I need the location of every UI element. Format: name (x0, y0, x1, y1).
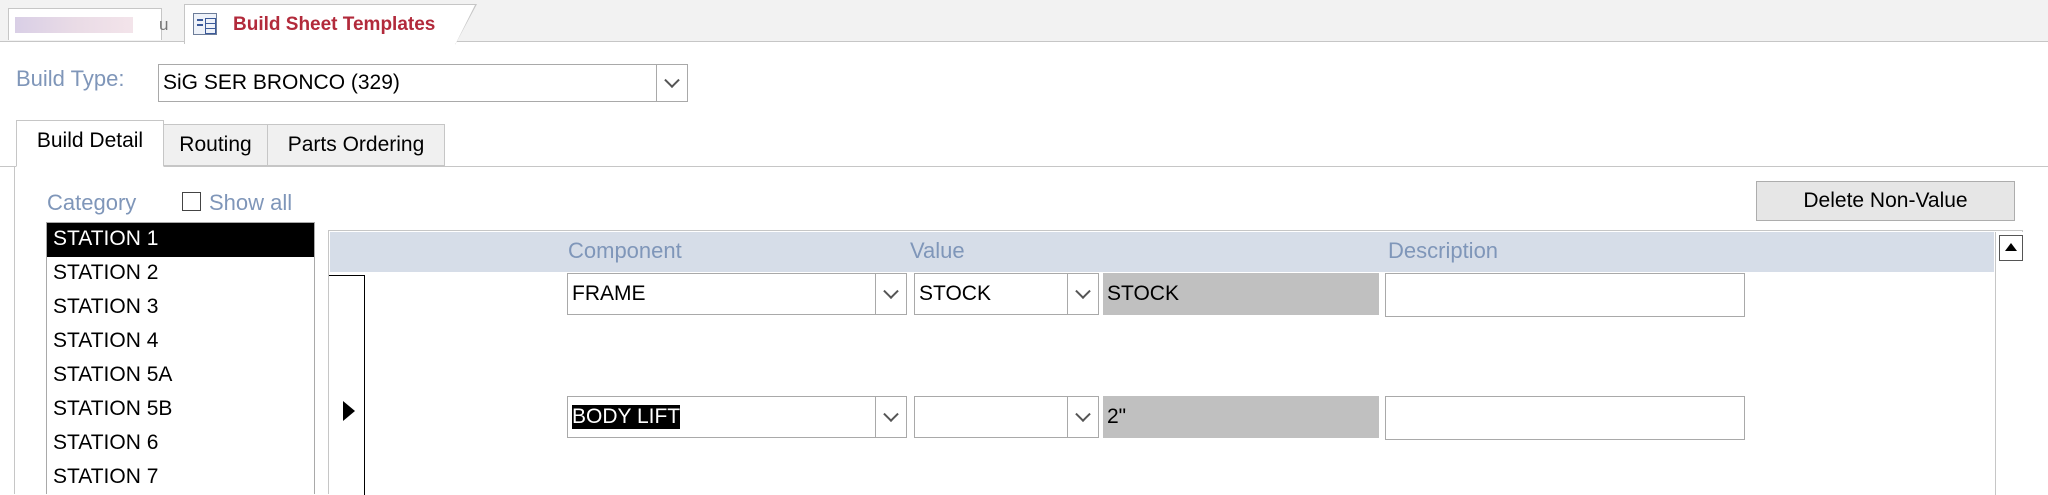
component-combo-row-1[interactable]: FRAME (567, 273, 907, 315)
tab-routing[interactable]: Routing (163, 124, 268, 166)
list-item[interactable]: STATION 7 (47, 461, 314, 494)
record-selector-column[interactable] (329, 275, 365, 495)
value-combo-row-1[interactable]: STOCK (914, 273, 1099, 315)
record-selector-top (329, 275, 365, 276)
list-item[interactable]: STATION 3 (47, 291, 314, 325)
value-display-text: STOCK (1107, 282, 1179, 305)
list-item[interactable]: STATION 1 (47, 223, 314, 257)
description-field-row-2[interactable] (1385, 396, 1745, 440)
description-field-row-1[interactable] (1385, 273, 1745, 317)
value-display-row-1: STOCK (1103, 273, 1379, 315)
tab-parts-ordering[interactable]: Parts Ordering (267, 124, 445, 166)
tab-panel-top-border (0, 166, 2048, 167)
hidden-document-tab[interactable]: u (8, 8, 168, 40)
description-column-header: Description (1388, 238, 1499, 263)
value-column-header: Value (910, 238, 965, 263)
category-label: Category (47, 190, 137, 215)
value-combo-row-2[interactable] (914, 396, 1099, 438)
build-type-value: SiG SER BRONCO (329) (163, 71, 400, 94)
value-dropdown-button[interactable] (1067, 397, 1098, 437)
build-type-dropdown-button[interactable] (656, 65, 687, 101)
current-record-arrow-icon (343, 401, 355, 421)
value-value: STOCK (919, 282, 991, 305)
component-combo-row-2[interactable]: BODY LIFT (567, 396, 907, 438)
list-item[interactable]: STATION 4 (47, 325, 314, 359)
chevron-down-icon (1075, 406, 1091, 423)
tab-build-detail[interactable]: Build Detail (16, 120, 164, 167)
build-type-combo[interactable]: SiG SER BRONCO (329) (158, 64, 688, 102)
redacted-tab-label (15, 17, 133, 33)
list-item[interactable]: STATION 2 (47, 257, 314, 291)
show-all-checkbox[interactable] (182, 192, 201, 211)
chevron-down-icon (883, 283, 899, 300)
value-display-text: 2" (1107, 405, 1127, 428)
component-value: FRAME (572, 282, 646, 305)
vertical-scrollbar[interactable] (1995, 232, 2023, 495)
chevron-down-icon (664, 72, 680, 89)
form-icon (193, 13, 217, 35)
component-dropdown-button[interactable] (875, 397, 906, 437)
list-item[interactable]: STATION 6 (47, 427, 314, 461)
show-all-label: Show all (209, 190, 293, 215)
list-item[interactable]: STATION 5B (47, 393, 314, 427)
chevron-down-icon (883, 406, 899, 423)
list-item[interactable]: STATION 5A (47, 359, 314, 393)
value-dropdown-button[interactable] (1067, 274, 1098, 314)
build-sheet-templates-tab[interactable]: Build Sheet Templates (184, 4, 477, 45)
component-dropdown-button[interactable] (875, 274, 906, 314)
hidden-tab-label-tail: u (159, 15, 169, 34)
document-tab-title: Build Sheet Templates (233, 14, 436, 35)
scroll-up-icon[interactable] (1999, 235, 2023, 261)
document-tab-strip: u Build Sheet Templates (0, 0, 2048, 45)
build-type-label: Build Type: (16, 66, 125, 91)
build-detail-subform: Component Value Description FRAME STOCK … (328, 230, 2023, 495)
value-display-row-2: 2" (1103, 396, 1379, 438)
component-column-header: Component (568, 238, 682, 263)
chevron-down-icon (1075, 283, 1091, 300)
category-listbox[interactable]: STATION 1 STATION 2 STATION 3 STATION 4 … (46, 222, 315, 494)
delete-non-value-button[interactable]: Delete Non-Value (1756, 181, 2015, 221)
subform-header: Component Value Description (330, 232, 1994, 272)
component-value: BODY LIFT (572, 405, 681, 429)
tab-panel-left-border (14, 166, 15, 494)
